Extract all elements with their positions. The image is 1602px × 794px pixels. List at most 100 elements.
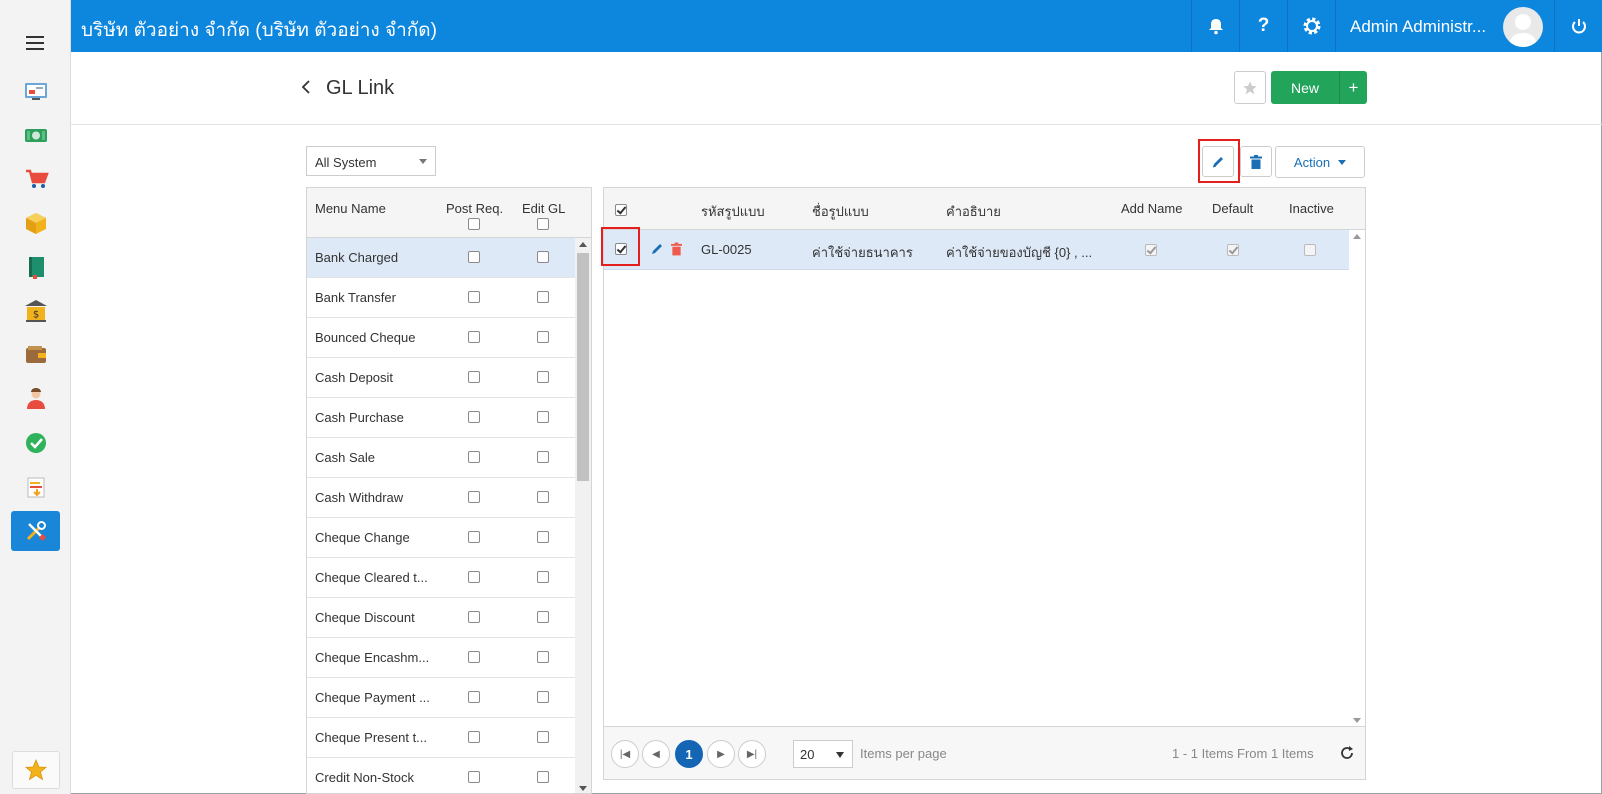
user-name[interactable]: Admin Administr... [1350,17,1486,37]
edit-gl-checkbox[interactable] [537,771,549,783]
scroll-thumb[interactable] [577,253,589,481]
select-all-checkbox[interactable] [615,204,627,216]
col-menu-name[interactable]: Menu Name [315,201,386,216]
list-item[interactable]: Cash Sale [307,438,575,478]
help-icon[interactable]: ? [1239,0,1287,52]
post-req-checkbox[interactable] [468,771,480,783]
company-name[interactable]: บริษัท ตัวอย่าง จำกัด (บริษัท ตัวอย่าง จ… [81,15,437,45]
edit-gl-all-checkbox[interactable] [537,218,549,230]
post-req-checkbox[interactable] [468,571,480,583]
last-page-button[interactable]: ▶| [738,740,766,768]
post-req-checkbox[interactable] [468,331,480,343]
menu-grid-scrollbar[interactable] [575,238,591,793]
list-item[interactable]: Cash Purchase [307,398,575,438]
list-item[interactable]: Cheque Present t... [307,718,575,758]
edit-gl-checkbox[interactable] [537,411,549,423]
pencil-icon[interactable] [650,242,664,259]
col-description[interactable]: คำอธิบาย [946,201,1001,222]
favorites-star-icon[interactable] [12,751,60,789]
col-default[interactable]: Default [1212,201,1253,216]
delete-button[interactable] [1240,146,1272,177]
edit-gl-checkbox[interactable] [537,451,549,463]
edit-gl-checkbox[interactable] [537,651,549,663]
new-button[interactable]: New + [1271,71,1367,104]
post-req-checkbox[interactable] [468,691,480,703]
tools-icon[interactable] [11,511,60,551]
edit-gl-checkbox[interactable] [537,531,549,543]
col-post-req[interactable]: Post Req. [446,201,503,216]
first-page-button[interactable]: |◀ [611,740,639,768]
approve-icon[interactable] [11,423,60,463]
favorite-star-button[interactable] [1234,71,1266,104]
edit-gl-checkbox[interactable] [537,611,549,623]
current-page[interactable]: 1 [675,740,703,768]
avatar[interactable] [1503,7,1543,47]
post-req-checkbox[interactable] [468,411,480,423]
cart-icon[interactable] [11,159,60,199]
action-dropdown[interactable]: Action [1275,146,1365,178]
refresh-icon[interactable] [1339,745,1355,761]
bank-icon[interactable]: $ [11,291,60,331]
list-item[interactable]: Cash Withdraw [307,478,575,518]
list-item[interactable]: Cheque Change [307,518,575,558]
list-item[interactable]: Bank Transfer [307,278,575,318]
box-icon[interactable] [11,203,60,243]
power-icon[interactable] [1554,0,1602,52]
post-req-all-checkbox[interactable] [468,218,480,230]
list-item[interactable]: Credit Non-Stock [307,758,575,793]
edit-gl-checkbox[interactable] [537,691,549,703]
menu-name: Cheque Cleared t... [315,570,428,585]
bell-icon[interactable] [1191,0,1239,52]
back-chevron-icon[interactable] [300,80,312,94]
col-add-name[interactable]: Add Name [1121,201,1182,216]
next-page-button[interactable]: ▶ [707,740,735,768]
edit-gl-checkbox[interactable] [537,731,549,743]
post-req-checkbox[interactable] [468,371,480,383]
new-plus-button[interactable]: + [1340,71,1367,104]
scroll-up-icon[interactable] [1353,234,1361,239]
post-req-checkbox[interactable] [468,251,480,263]
gl-grid-scrollbar[interactable] [1349,230,1365,727]
page-size-select[interactable]: 20 [793,740,853,768]
post-req-checkbox[interactable] [468,531,480,543]
col-code[interactable]: รหัสรูปแบบ [701,201,765,222]
gear-icon[interactable] [1287,0,1335,52]
finance-icon[interactable] [11,115,60,155]
edit-gl-checkbox[interactable] [537,491,549,503]
import-icon[interactable] [11,467,60,507]
trash-icon[interactable] [671,242,682,259]
list-item[interactable]: Cheque Payment ... [307,678,575,718]
list-item[interactable]: Cheque Cleared t... [307,558,575,598]
post-req-checkbox[interactable] [468,291,480,303]
people-icon[interactable] [11,379,60,419]
prev-page-button[interactable]: ◀ [642,740,670,768]
col-name[interactable]: ชื่อรูปแบบ [812,201,869,222]
new-button-label[interactable]: New [1271,71,1340,104]
scroll-down-icon[interactable] [1353,718,1361,723]
system-select[interactable]: All System [306,146,436,176]
edit-gl-checkbox[interactable] [537,291,549,303]
col-edit-gl[interactable]: Edit GL [522,201,565,216]
post-req-checkbox[interactable] [468,451,480,463]
wallet-icon[interactable] [11,335,60,375]
table-row[interactable]: GL-0025 ค่าใช้จ่ายธนาคาร ค่าใช้จ่ายของบั… [604,230,1349,270]
edit-gl-checkbox[interactable] [537,571,549,583]
list-item[interactable]: Cash Deposit [307,358,575,398]
list-item[interactable]: Bank Charged [307,238,575,278]
post-req-checkbox[interactable] [468,731,480,743]
post-req-checkbox[interactable] [468,651,480,663]
edit-gl-checkbox[interactable] [537,331,549,343]
col-inactive[interactable]: Inactive [1289,201,1334,216]
scroll-up-icon[interactable] [579,242,587,247]
dashboard-icon[interactable] [11,71,60,111]
post-req-checkbox[interactable] [468,491,480,503]
edit-gl-checkbox[interactable] [537,371,549,383]
scroll-down-icon[interactable] [579,786,587,791]
edit-gl-checkbox[interactable] [537,251,549,263]
list-item[interactable]: Cheque Encashm... [307,638,575,678]
book-icon[interactable] [11,247,60,287]
list-item[interactable]: Bounced Cheque [307,318,575,358]
list-item[interactable]: Cheque Discount [307,598,575,638]
menu-toggle-icon[interactable] [26,36,44,50]
post-req-checkbox[interactable] [468,611,480,623]
